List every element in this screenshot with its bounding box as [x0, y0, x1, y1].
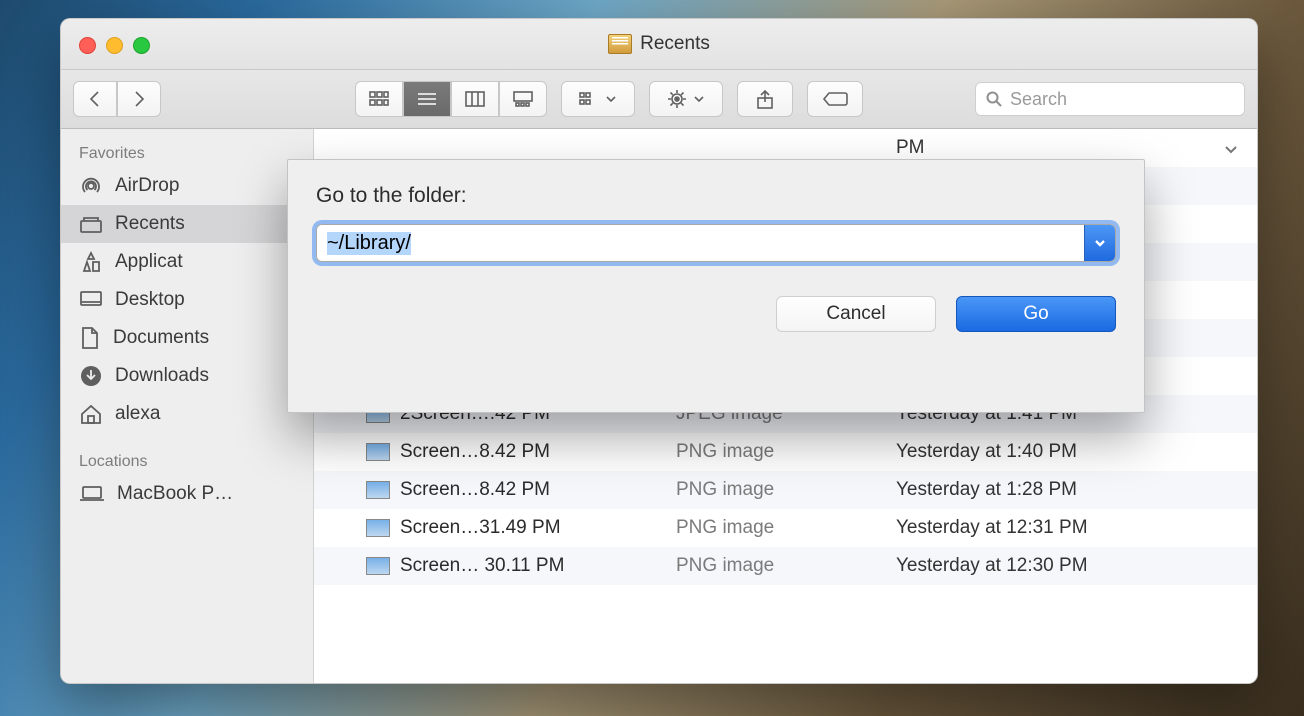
- sidebar-item-home[interactable]: alexa: [61, 395, 313, 433]
- sidebar: Favorites AirDrop Recents Applicat Deskt…: [61, 129, 314, 684]
- view-icon-button[interactable]: [355, 81, 403, 117]
- titlebar[interactable]: Recents: [61, 19, 1257, 70]
- tags-button[interactable]: [807, 81, 863, 117]
- go-button[interactable]: Go: [956, 296, 1116, 332]
- sidebar-item-recents[interactable]: Recents: [61, 205, 313, 243]
- window-title-text: Recents: [640, 33, 710, 55]
- view-column-button[interactable]: [451, 81, 499, 117]
- folder-path-dropdown-button[interactable]: [1084, 225, 1115, 261]
- sidebar-item-desktop[interactable]: Desktop: [61, 281, 313, 319]
- table-row[interactable]: Screen… 30.11 PMPNG imageYesterday at 12…: [314, 547, 1257, 585]
- view-gallery-button[interactable]: [499, 81, 547, 117]
- view-list-button[interactable]: [403, 81, 451, 117]
- sidebar-section-favorites: Favorites: [61, 139, 313, 167]
- file-thumb-icon: [366, 443, 390, 461]
- search-field[interactable]: Search: [975, 82, 1245, 116]
- file-kind-cell: PNG image: [676, 517, 896, 539]
- back-button[interactable]: [73, 81, 117, 117]
- close-window-button[interactable]: [79, 37, 96, 54]
- sidebar-item-airdrop[interactable]: AirDrop: [61, 167, 313, 205]
- recents-sidebar-icon: [79, 214, 103, 234]
- file-name-cell: Screen… 30.11 PM: [314, 555, 676, 577]
- file-date-cell: Yesterday at 12:31 PM: [896, 517, 1257, 539]
- file-name-cell: Screen…8.42 PM: [314, 479, 676, 501]
- downloads-icon: [79, 364, 103, 388]
- sidebar-item-macbook[interactable]: MacBook P…: [61, 475, 313, 513]
- laptop-icon: [79, 485, 105, 503]
- sidebar-section-locations: Locations: [61, 447, 313, 475]
- sidebar-item-downloads[interactable]: Downloads: [61, 357, 313, 395]
- desktop-icon: [79, 290, 103, 310]
- file-kind-cell: PNG image: [676, 555, 896, 577]
- table-row[interactable]: Screen…31.49 PMPNG imageYesterday at 12:…: [314, 509, 1257, 547]
- file-kind-cell: PNG image: [676, 441, 896, 463]
- recents-icon: [608, 34, 632, 54]
- home-icon: [79, 403, 103, 425]
- go-to-folder-dialog: Go to the folder: Cancel Go: [287, 159, 1145, 413]
- file-thumb-icon: [366, 519, 390, 537]
- toolbar: Search: [61, 70, 1257, 129]
- folder-path-input[interactable]: [317, 225, 1084, 261]
- search-placeholder: Search: [1010, 89, 1067, 110]
- file-date-cell: Yesterday at 1:28 PM: [896, 479, 1257, 501]
- group-by-button[interactable]: [561, 81, 635, 117]
- minimize-window-button[interactable]: [106, 37, 123, 54]
- file-date-cell: PM: [896, 137, 1257, 159]
- applications-icon: [79, 250, 103, 274]
- file-date-cell: Yesterday at 12:30 PM: [896, 555, 1257, 577]
- chevron-down-icon: [1093, 237, 1107, 249]
- finder-window: Recents Search Fa: [60, 18, 1258, 684]
- search-icon: [986, 91, 1002, 107]
- sidebar-item-documents[interactable]: Documents: [61, 319, 313, 357]
- airdrop-icon: [79, 174, 103, 198]
- documents-icon: [79, 326, 101, 350]
- action-button[interactable]: [649, 81, 723, 117]
- share-button[interactable]: [737, 81, 793, 117]
- file-thumb-icon: [366, 481, 390, 499]
- folder-path-combo: [316, 224, 1116, 262]
- table-row[interactable]: Screen…8.42 PMPNG imageYesterday at 1:40…: [314, 433, 1257, 471]
- dialog-label: Go to the folder:: [316, 184, 1116, 208]
- zoom-window-button[interactable]: [133, 37, 150, 54]
- file-date-cell: Yesterday at 1:40 PM: [896, 441, 1257, 463]
- cancel-button[interactable]: Cancel: [776, 296, 936, 332]
- forward-button[interactable]: [117, 81, 161, 117]
- file-kind-cell: PNG image: [676, 479, 896, 501]
- file-thumb-icon: [366, 557, 390, 575]
- sidebar-item-applications[interactable]: Applicat: [61, 243, 313, 281]
- table-row[interactable]: Screen…8.42 PMPNG imageYesterday at 1:28…: [314, 471, 1257, 509]
- file-name-cell: Screen…8.42 PM: [314, 441, 676, 463]
- file-name-cell: Screen…31.49 PM: [314, 517, 676, 539]
- traffic-lights: [79, 37, 150, 54]
- window-title: Recents: [61, 33, 1257, 55]
